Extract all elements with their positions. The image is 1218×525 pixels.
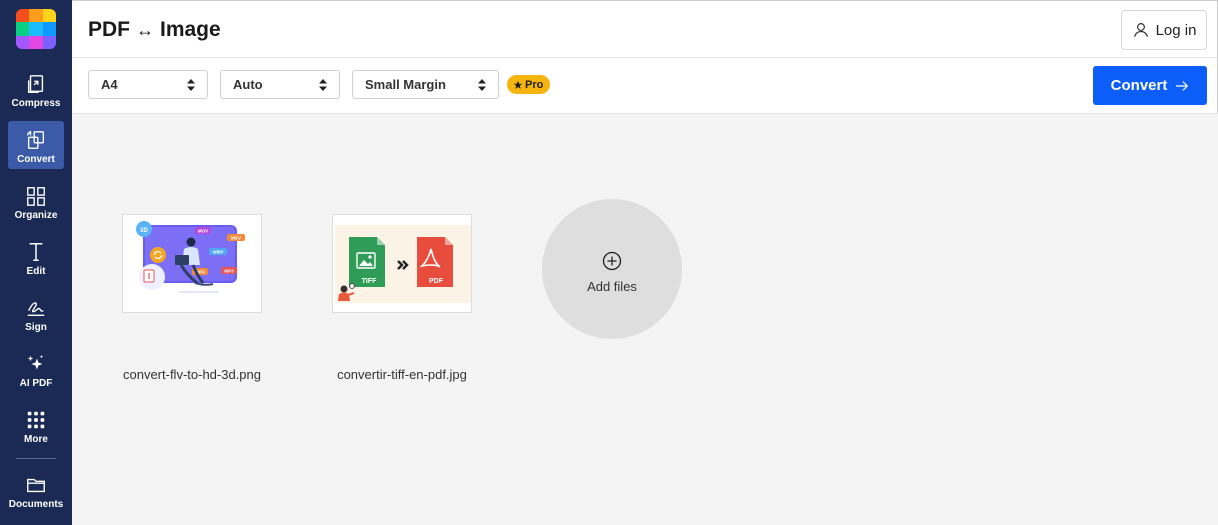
sidebar-item-edit[interactable]: Edit — [8, 237, 64, 285]
organize-icon — [27, 187, 45, 206]
sidebar-item-label: Sign — [25, 322, 47, 333]
convert-label: Convert — [1110, 77, 1168, 94]
sidebar-item-documents[interactable]: Documents — [8, 470, 64, 518]
thumb-label: MP3 — [224, 269, 234, 274]
login-button[interactable]: Log in — [1121, 10, 1207, 50]
options-toolbar: A4 Auto Small Margin Pro Convert — [72, 58, 1218, 114]
convert-button[interactable]: Convert — [1093, 66, 1207, 105]
file-thumbnail-1[interactable]: 3D MOV MKV WMV MP4 MP3 — [122, 214, 262, 313]
page-size-value: A4 — [101, 77, 118, 92]
pro-badge: Pro — [507, 75, 551, 94]
add-files-button[interactable]: Add files — [542, 199, 682, 339]
sidebar-divider — [16, 458, 56, 459]
sidebar-item-organize[interactable]: Organize — [8, 181, 64, 229]
updown-icon — [319, 79, 327, 91]
add-circle-icon — [602, 251, 622, 270]
app-logo[interactable] — [16, 9, 56, 49]
orientation-value: Auto — [233, 77, 263, 92]
sidebar-item-label: Edit — [26, 266, 46, 277]
sign-icon — [27, 302, 45, 317]
sidebar: Compress Convert Organize Edit Sign AI P… — [0, 0, 72, 525]
add-files-label: Add files — [587, 278, 637, 294]
title-target-format: Image — [160, 18, 221, 41]
thumb-label: TIFF — [362, 278, 377, 285]
sidebar-item-more[interactable]: More — [8, 405, 64, 453]
edit-icon — [29, 243, 43, 261]
page-title: PDF ↔ Image — [88, 18, 221, 42]
sidebar-item-label: AI PDF — [19, 378, 53, 389]
pro-label: Pro — [525, 78, 544, 91]
login-label: Log in — [1155, 21, 1197, 39]
thumb-label: MKV — [231, 236, 241, 241]
convert-icon — [27, 130, 45, 149]
file-name-1: convert-flv-to-hd-3d.png — [122, 367, 261, 382]
margin-select[interactable]: Small Margin — [352, 70, 499, 99]
sidebar-item-label: Convert — [17, 154, 55, 165]
tiff-to-pdf-illustration: TIFF PDF — [333, 215, 471, 312]
user-icon — [1133, 23, 1148, 37]
video-conversion-illustration: 3D MOV MKV WMV MP4 MP3 — [123, 215, 261, 312]
sidebar-item-convert[interactable]: Convert — [8, 121, 64, 169]
folder-icon — [27, 478, 45, 493]
sidebar-item-ai-pdf[interactable]: AI PDF — [8, 349, 64, 397]
file-thumbnail-2[interactable]: TIFF PDF — [332, 214, 472, 313]
star-icon — [513, 80, 523, 89]
sparkle-icon — [27, 354, 44, 370]
sidebar-item-sign[interactable]: Sign — [8, 293, 64, 341]
orientation-select[interactable]: Auto — [220, 70, 340, 99]
sidebar-item-label: More — [24, 434, 48, 445]
thumb-label: 3D — [140, 228, 148, 234]
updown-icon — [478, 79, 486, 91]
updown-icon — [187, 79, 195, 91]
sidebar-item-compress[interactable]: Compress — [8, 69, 64, 117]
header: PDF ↔ Image Log in — [72, 0, 1218, 58]
sidebar-item-label: Organize — [14, 210, 58, 221]
title-source-format: PDF — [88, 18, 130, 41]
sidebar-item-label: Compress — [11, 98, 61, 109]
thumb-label: WMV — [213, 250, 224, 255]
title-arrow: ↔ — [136, 20, 154, 40]
grid-icon — [27, 411, 45, 429]
sidebar-item-label: Documents — [8, 499, 64, 510]
thumb-label: PDF — [429, 278, 444, 285]
compress-icon — [27, 75, 44, 93]
page-size-select[interactable]: A4 — [88, 70, 208, 99]
arrow-right-icon — [1176, 80, 1189, 91]
file-name-2: convertir-tiff-en-pdf.jpg — [337, 367, 467, 382]
margin-value: Small Margin — [365, 77, 446, 92]
thumb-label: MOV — [198, 229, 208, 234]
